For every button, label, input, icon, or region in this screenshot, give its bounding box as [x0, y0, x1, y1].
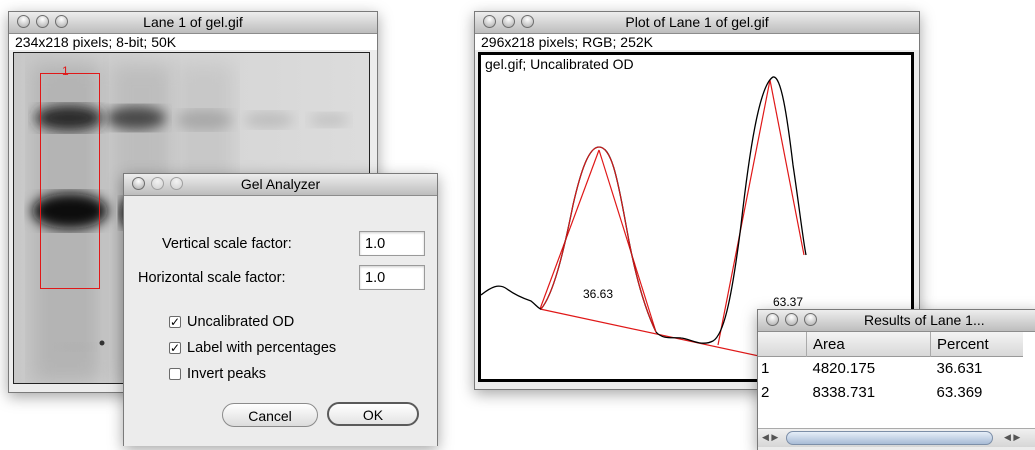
checkbox-checked-icon: ✓ — [169, 341, 181, 355]
minimize-icon[interactable] — [151, 177, 164, 190]
table-row[interactable]: 2 8338.731 63.369 — [758, 381, 1023, 405]
lane-window-info: 234x218 pixels; 8-bit; 50K — [9, 34, 377, 50]
row-percent: 36.631 — [936, 360, 983, 378]
zoom-icon[interactable] — [804, 313, 817, 326]
label-percentages-checkbox[interactable]: ✓ Label with percentages — [169, 340, 336, 356]
peak2-left-divider — [717, 79, 771, 346]
close-icon[interactable] — [132, 177, 145, 190]
results-window-titlebar[interactable]: Results of Lane 1... — [758, 310, 1035, 332]
plot-label: gel.gif; Uncalibrated OD — [485, 56, 634, 72]
scroll-left-right-arrows-icon-2[interactable]: ◀ ▶ — [1004, 432, 1020, 443]
table-header-row: Area Percent — [758, 332, 1023, 357]
column-header-index[interactable] — [758, 332, 807, 357]
minimize-icon[interactable] — [785, 313, 798, 326]
close-icon[interactable] — [483, 15, 496, 28]
invert-peaks-checkbox[interactable]: Invert peaks — [169, 366, 266, 382]
plot-window-title: Plot of Lane 1 of gel.gif — [625, 14, 769, 30]
minimize-icon[interactable] — [36, 15, 49, 28]
peak1-right-divider — [598, 149, 657, 333]
row-index: 2 — [761, 384, 770, 401]
horizontal-scale-label: Horizontal scale factor: — [138, 270, 286, 286]
gel-analyzer-title: Gel Analyzer — [240, 176, 321, 192]
uncalibrated-od-checkbox[interactable]: ✓ Uncalibrated OD — [169, 314, 294, 330]
zoom-icon[interactable] — [521, 15, 534, 28]
row-area: 4820.175 — [812, 360, 876, 378]
lane-window-titlebar[interactable]: Lane 1 of gel.gif — [9, 12, 377, 34]
lane-selection-rect[interactable] — [40, 73, 100, 289]
ok-button[interactable]: OK — [327, 402, 419, 426]
row-area: 8338.731 — [812, 384, 876, 401]
column-header-percent[interactable]: Percent — [931, 332, 1024, 357]
column-header-area[interactable]: Area — [806, 332, 931, 357]
results-window: Results of Lane 1... Area Percent 1 4820… — [757, 309, 1035, 450]
cancel-button[interactable]: Cancel — [222, 403, 318, 427]
vertical-scale-label: Vertical scale factor: — [162, 236, 292, 252]
peak-label-1: 36.63 — [583, 287, 614, 301]
horizontal-scale-input[interactable] — [359, 265, 425, 290]
minimize-icon[interactable] — [502, 15, 515, 28]
checkbox-label: Uncalibrated OD — [187, 314, 295, 330]
row-percent: 63.369 — [936, 384, 983, 401]
scrollbar-thumb[interactable] — [786, 431, 993, 445]
lane-window-title: Lane 1 of gel.gif — [143, 14, 243, 30]
plot-window-info: 296x218 pixels; RGB; 252K — [475, 34, 919, 50]
peak-label-2: 63.37 — [773, 295, 804, 309]
table-row[interactable]: 1 4820.175 36.631 — [758, 357, 1023, 381]
checkbox-checked-icon: ✓ — [169, 315, 181, 329]
checkbox-unchecked-icon — [169, 368, 181, 380]
results-table-area: Area Percent 1 4820.175 36.631 2 8338.73… — [758, 332, 1035, 428]
plot-window-titlebar[interactable]: Plot of Lane 1 of gel.gif — [475, 12, 919, 34]
zoom-icon[interactable] — [55, 15, 68, 28]
checkbox-label: Label with percentages — [187, 340, 337, 356]
results-window-title: Results of Lane 1... — [864, 312, 985, 328]
lane-number-label: 1 — [62, 64, 69, 78]
checkbox-label: Invert peaks — [187, 366, 266, 382]
close-icon[interactable] — [17, 15, 30, 28]
gel-analyzer-titlebar[interactable]: Gel Analyzer — [124, 174, 437, 196]
peak1-divider — [539, 149, 600, 310]
horizontal-scrollbar[interactable]: ◀ ▶ ◀ ▶ — [758, 428, 1035, 447]
results-table: Area Percent 1 4820.175 36.631 2 8338.73… — [758, 332, 1023, 405]
scroll-left-right-arrows-icon[interactable]: ◀ ▶ — [762, 432, 778, 443]
row-index: 1 — [761, 360, 770, 378]
vertical-scale-input[interactable] — [359, 231, 425, 256]
profile-curve — [481, 76, 807, 344]
gel-analyzer-dialog: Gel Analyzer Vertical scale factor: Hori… — [123, 173, 438, 446]
zoom-icon[interactable] — [170, 177, 183, 190]
peak2-right-divider — [769, 79, 805, 256]
close-icon[interactable] — [766, 313, 779, 326]
peak1-outline-red — [540, 146, 657, 333]
